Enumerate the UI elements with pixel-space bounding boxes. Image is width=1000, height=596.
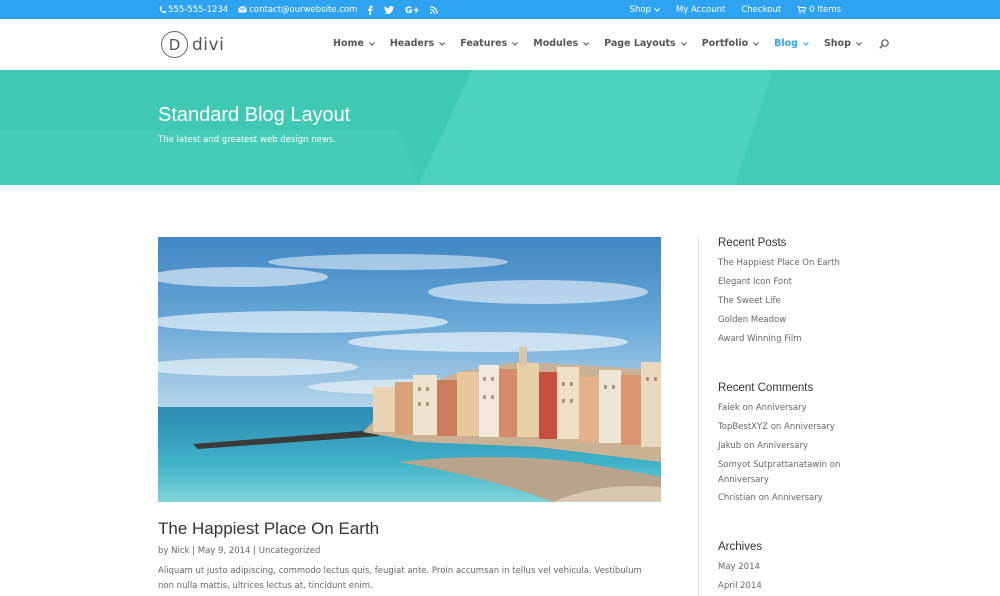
cart-label: 0 Items xyxy=(809,4,841,15)
recent-comment: Christian on Anniversary xyxy=(718,491,823,506)
post-featured-image[interactable] xyxy=(158,237,661,502)
sidebar-divider xyxy=(698,237,699,596)
site-logo[interactable]: D divi xyxy=(161,31,224,58)
comment-on: on xyxy=(739,403,756,413)
phone-icon xyxy=(159,6,166,13)
recent-comment: Jakub on Anniversary xyxy=(718,439,808,454)
logo-text: divi xyxy=(192,34,225,55)
recent-posts-title: Recent Posts xyxy=(718,237,787,249)
archive-link[interactable]: May 2014 xyxy=(718,560,760,575)
post-meta: by Nick | May 9, 2014 | Uncategorized xyxy=(158,546,320,556)
nav-item-shop[interactable]: Shop xyxy=(824,38,862,49)
archives-title: Archives xyxy=(718,541,763,553)
chevron-down-icon xyxy=(753,41,760,46)
topbar-shop-label: Shop xyxy=(629,4,651,15)
chevron-down-icon xyxy=(439,41,446,46)
recent-comments-title: Recent Comments xyxy=(718,382,814,394)
meta-separator: | xyxy=(250,546,259,556)
meta-separator: | xyxy=(189,546,198,556)
chevron-down-icon xyxy=(803,41,809,46)
comment-on: on xyxy=(755,493,772,503)
page-hero: Standard Blog Layout The latest and grea… xyxy=(0,70,1000,185)
archive-link[interactable]: April 2014 xyxy=(718,579,762,594)
chevron-down-icon xyxy=(680,41,687,46)
nav-item-label: Headers xyxy=(389,38,435,49)
chevron-down-icon xyxy=(654,7,660,12)
checkout-link[interactable]: Checkout xyxy=(741,5,781,15)
nav-item-home[interactable]: Home xyxy=(333,38,375,49)
my-account-link[interactable]: My Account xyxy=(676,5,725,15)
google-plus-icon[interactable]: G+ xyxy=(405,5,419,14)
chevron-down-icon xyxy=(368,41,375,46)
phone-text: 555-555-1234 xyxy=(168,4,229,15)
recent-comment: TopBestXYZ on Anniversary xyxy=(718,420,835,435)
comment-post-link[interactable]: Anniversary xyxy=(718,475,769,485)
comment-on: on xyxy=(827,460,841,470)
twitter-icon[interactable] xyxy=(384,5,395,14)
nav-item-blog[interactable]: Blog xyxy=(774,38,809,49)
logo-mark: D xyxy=(161,31,188,58)
nav-item-label: Page Layouts xyxy=(604,38,676,49)
cart-link[interactable]: 0 Items xyxy=(797,5,841,15)
page-subtitle: The latest and greatest web design news. xyxy=(158,135,336,145)
post-title[interactable]: The Happiest Place On Earth xyxy=(158,519,379,539)
comment-on: on xyxy=(741,441,758,451)
nav-item-portfolio[interactable]: Portfolio xyxy=(701,38,760,49)
phone-contact[interactable]: 555-555-1234 xyxy=(159,5,228,15)
comment-author: Faiek xyxy=(718,403,740,413)
topbar-shop-link[interactable]: Shop xyxy=(630,5,660,15)
nav-item-modules[interactable]: Modules xyxy=(533,38,590,49)
comment-author: Jakub xyxy=(718,441,742,451)
cart-icon xyxy=(797,5,807,14)
top-bar-links: Shop My Account Checkout 0 Items xyxy=(614,0,841,19)
nav-item-page-layouts[interactable]: Page Layouts xyxy=(604,38,687,49)
rss-icon[interactable] xyxy=(430,5,439,14)
nav-item-label: Portfolio xyxy=(701,38,749,49)
top-bar-contact: 555-555-1234 contact@ourwebsite.com G+ xyxy=(159,0,449,19)
comment-post-link[interactable]: Anniversary xyxy=(784,422,835,432)
recent-post-link[interactable]: Golden Meadow xyxy=(718,313,786,328)
comment-post-link[interactable]: Anniversary xyxy=(757,441,808,451)
post-author-prefix: by xyxy=(158,546,172,556)
recent-comment: Somyot Sutprattanatawin on Anniversary xyxy=(718,458,848,487)
nav-item-headers[interactable]: Headers xyxy=(389,38,446,49)
comment-author: Somyot Sutprattanatawin xyxy=(718,460,828,470)
recent-post-link[interactable]: The Happiest Place On Earth xyxy=(718,256,840,271)
email-text: contact@ourwebsite.com xyxy=(249,4,358,15)
chevron-down-icon xyxy=(512,41,519,46)
search-icon[interactable] xyxy=(879,38,889,49)
nav-item-label: Shop xyxy=(823,38,851,49)
facebook-icon[interactable] xyxy=(367,5,374,15)
comment-author: TopBestXYZ xyxy=(718,422,769,432)
nav-item-label: Modules xyxy=(533,38,579,49)
chevron-down-icon xyxy=(856,41,862,46)
recent-post-link[interactable]: Award Winning Film xyxy=(718,332,802,347)
envelope-icon xyxy=(238,6,248,13)
nav-item-label: Home xyxy=(333,38,364,49)
comment-post-link[interactable]: Anniversary xyxy=(756,403,807,413)
recent-post-link[interactable]: Elegant Icon Font xyxy=(718,275,792,290)
comment-on: on xyxy=(768,422,785,432)
email-contact[interactable]: contact@ourwebsite.com xyxy=(238,5,357,15)
post-category-link[interactable]: Uncategorized xyxy=(259,546,321,556)
comment-post-link[interactable]: Anniversary xyxy=(772,493,823,503)
post-author-link[interactable]: Nick xyxy=(171,546,189,556)
post-excerpt: Aliquam ut justo adipiscing, commodo lec… xyxy=(158,566,642,591)
nav-item-features[interactable]: Features xyxy=(460,38,519,49)
comment-author: Christian xyxy=(718,493,756,503)
main-header: D divi Home Headers Features Modules Pag… xyxy=(0,19,1000,70)
chevron-down-icon xyxy=(583,41,590,46)
page-title: Standard Blog Layout xyxy=(158,104,351,126)
nav-item-label: Features xyxy=(460,38,508,49)
recent-comment: Faiek on Anniversary xyxy=(718,401,807,416)
main-nav: Home Headers Features Modules Page Layou… xyxy=(333,38,889,49)
recent-post-link[interactable]: The Sweet Life xyxy=(718,294,781,309)
top-bar: 555-555-1234 contact@ourwebsite.com G+ S… xyxy=(0,0,1000,19)
svg-text:G+: G+ xyxy=(405,6,419,14)
post-date: May 9, 2014 xyxy=(197,546,251,556)
nav-item-label: Blog xyxy=(774,38,798,49)
